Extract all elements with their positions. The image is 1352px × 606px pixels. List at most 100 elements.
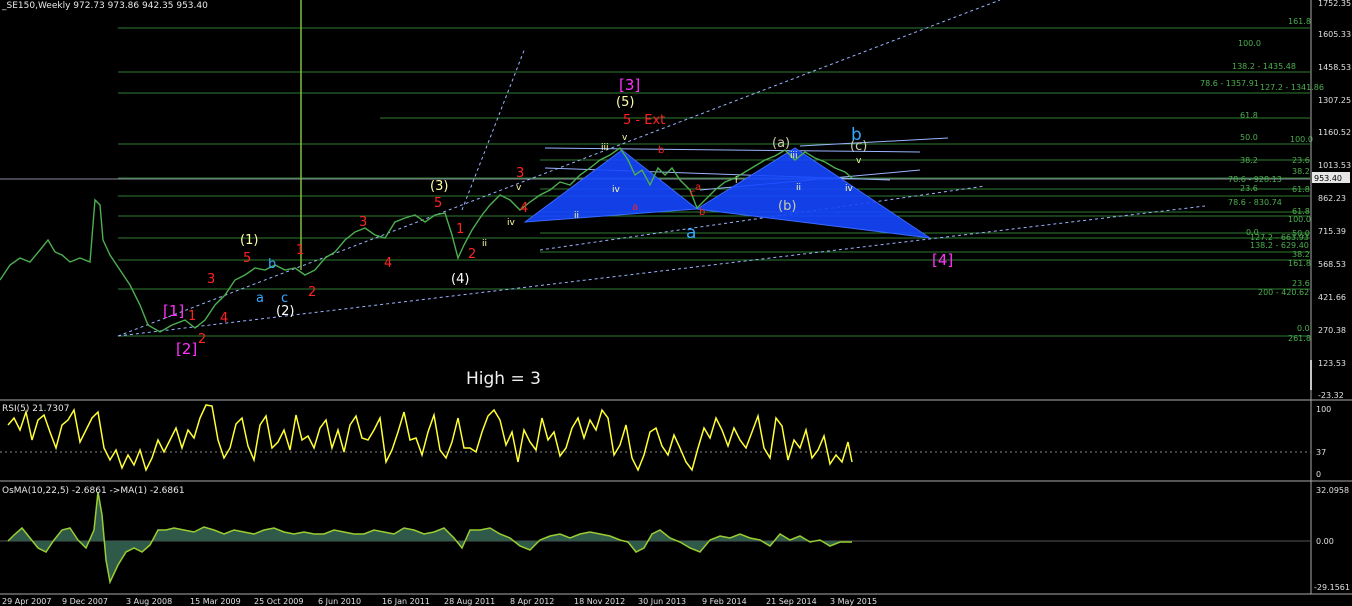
wave-label: iii — [790, 151, 798, 161]
current-price-value: 953.40 — [1314, 174, 1342, 183]
time-axis[interactable]: 29 Apr 2007 9 Dec 2007 3 Aug 2008 15 Mar… — [2, 597, 877, 606]
wave-label: 5 — [434, 196, 442, 211]
wave-label: v — [622, 133, 628, 143]
wave-label: b — [699, 207, 705, 218]
fib-label: 61.8 — [1240, 111, 1258, 120]
wave-label: (1) — [240, 233, 258, 248]
wave-label: iii — [601, 143, 609, 153]
fib-label: 61.8 — [1292, 185, 1310, 194]
osma-axis: 32.0958 0.00 -29.1561 — [1314, 486, 1350, 592]
time-axis-label: 16 Jan 2011 — [382, 597, 430, 606]
wave-label: (a) — [772, 136, 790, 151]
wave-label: 4 — [220, 311, 228, 326]
wave-label: a — [632, 202, 638, 213]
wave-label: 2 — [198, 332, 206, 347]
wave-label: 3 — [207, 272, 215, 287]
main-chart-title: _SE150,Weekly 972.73 973.86 942.35 953.4… — [1, 1, 208, 11]
fib-label: 0.0 — [1297, 324, 1310, 333]
wave-label: 2 — [308, 285, 316, 300]
osma-axis-label: 32.0958 — [1316, 486, 1349, 495]
wave-label: ii — [482, 239, 487, 249]
wave-label: 1 — [296, 243, 304, 258]
wave-label: 3 — [516, 166, 524, 181]
price-axis[interactable]: 1752.35 1605.33 1458.53 1307.25 1160.52 … — [1318, 0, 1351, 400]
wave-label: 1 — [456, 222, 464, 237]
wave-label: 1 — [188, 309, 196, 324]
rsi-pane[interactable]: RSI(5) 21.7307 — [0, 404, 1311, 473]
time-axis-label: 30 Jun 2013 — [638, 597, 686, 606]
fib-label: 100.0 — [1288, 215, 1311, 224]
time-axis-label: 25 Oct 2009 — [254, 597, 303, 606]
fib-label: 38.2 — [1292, 167, 1310, 176]
wave-label: iv — [845, 184, 854, 194]
fib-label: 23.6 — [1292, 156, 1310, 165]
pattern-triangle-right[interactable] — [695, 147, 931, 239]
wave-label: [2] — [176, 340, 197, 358]
wave-label: v — [516, 183, 522, 193]
fib-label: 78.6 - 1357.91 — [1200, 79, 1259, 88]
wave-label: b — [851, 125, 862, 145]
time-axis-label: 9 Dec 2007 — [62, 597, 108, 606]
fib-label: 23.6 — [1292, 279, 1310, 288]
price-axis-label: 1605.33 — [1318, 30, 1351, 39]
pattern-triangle-left[interactable] — [523, 149, 699, 223]
wave-label: (3) — [430, 179, 448, 194]
wave-label: ii — [796, 183, 801, 193]
fib-label: 138.2 - 1435.48 — [1232, 62, 1296, 71]
fib-label: 161.8 — [1288, 259, 1311, 268]
wave-label: (2) — [276, 304, 294, 319]
wave-label: [1] — [163, 302, 184, 320]
wave-label: a — [256, 291, 264, 306]
fib-label: 100.0 — [1238, 39, 1261, 48]
fib-label: 138.2 - 629.40 — [1250, 241, 1309, 250]
price-axis-label: 1160.52 — [1318, 128, 1351, 137]
wave-label: c — [281, 291, 288, 306]
time-axis-label: 6 Jun 2010 — [318, 597, 361, 606]
wave-label: v — [856, 156, 862, 166]
wave-label: i — [735, 176, 738, 186]
main-chart-pane[interactable]: [1] [2] [3] [4] (1) (2) (3) (4) (5) (a) … — [0, 0, 1324, 390]
fib-levels — [118, 27, 1310, 337]
wave-label: (b) — [778, 199, 796, 214]
wave-label: (4) — [451, 272, 469, 287]
price-axis-label: -23.32 — [1318, 391, 1344, 400]
fib-label: 127.2 - 1341.86 — [1260, 83, 1324, 92]
price-axis-label: 1307.25 — [1318, 96, 1351, 105]
price-axis-label: 862.23 — [1318, 194, 1346, 203]
rsi-line — [7, 404, 853, 473]
wave-label: [3] — [619, 76, 640, 94]
fib-label: 23.6 — [1240, 184, 1258, 193]
time-axis-label: 9 Feb 2014 — [702, 597, 747, 606]
fib-label: 50.0 — [1240, 133, 1258, 142]
rsi-axis-label: 100 — [1316, 405, 1331, 414]
price-axis-label: 1752.35 — [1318, 0, 1351, 8]
price-axis-label: 421.66 — [1318, 293, 1346, 302]
wave-label: a — [695, 182, 701, 193]
chart-note: High = 3 — [466, 369, 541, 389]
time-axis-label: 8 Apr 2012 — [510, 597, 554, 606]
trendlines[interactable] — [117, 0, 1206, 337]
time-axis-label: 3 May 2015 — [830, 597, 877, 606]
osma-axis-label: -29.1561 — [1314, 583, 1350, 592]
time-axis-label: 15 Mar 2009 — [190, 597, 241, 606]
pane-borders — [0, 0, 1352, 595]
wave-label: 2 — [468, 247, 476, 262]
fib-label: 200 - 420.62 — [1258, 288, 1309, 297]
price-axis-label: 123.53 — [1318, 359, 1346, 368]
wave-label: a — [686, 223, 696, 243]
price-axis-label: 715.39 — [1318, 227, 1346, 236]
wave-label: [4] — [932, 251, 953, 269]
price-axis-label: 1458.53 — [1318, 63, 1351, 72]
time-axis-label: 3 Aug 2008 — [126, 597, 172, 606]
fib-label: 100.0 — [1290, 135, 1313, 144]
wave-label: iv — [507, 218, 516, 228]
channel-line[interactable] — [799, 137, 949, 147]
time-axis-label: 21 Sep 2014 — [766, 597, 817, 606]
price-axis-label: 1013.53 — [1318, 161, 1351, 170]
wave-label: (5) — [616, 95, 634, 110]
harmonic-pattern[interactable] — [523, 147, 931, 239]
wave-label: 3 — [359, 215, 367, 230]
wave-label: 5 - Ext — [623, 113, 665, 128]
osma-pane[interactable]: OsMA(10,22,5) -2.6861 ->MA(1) -2.6861 — [0, 486, 1311, 585]
time-axis-label: 18 Nov 2012 — [574, 597, 625, 606]
